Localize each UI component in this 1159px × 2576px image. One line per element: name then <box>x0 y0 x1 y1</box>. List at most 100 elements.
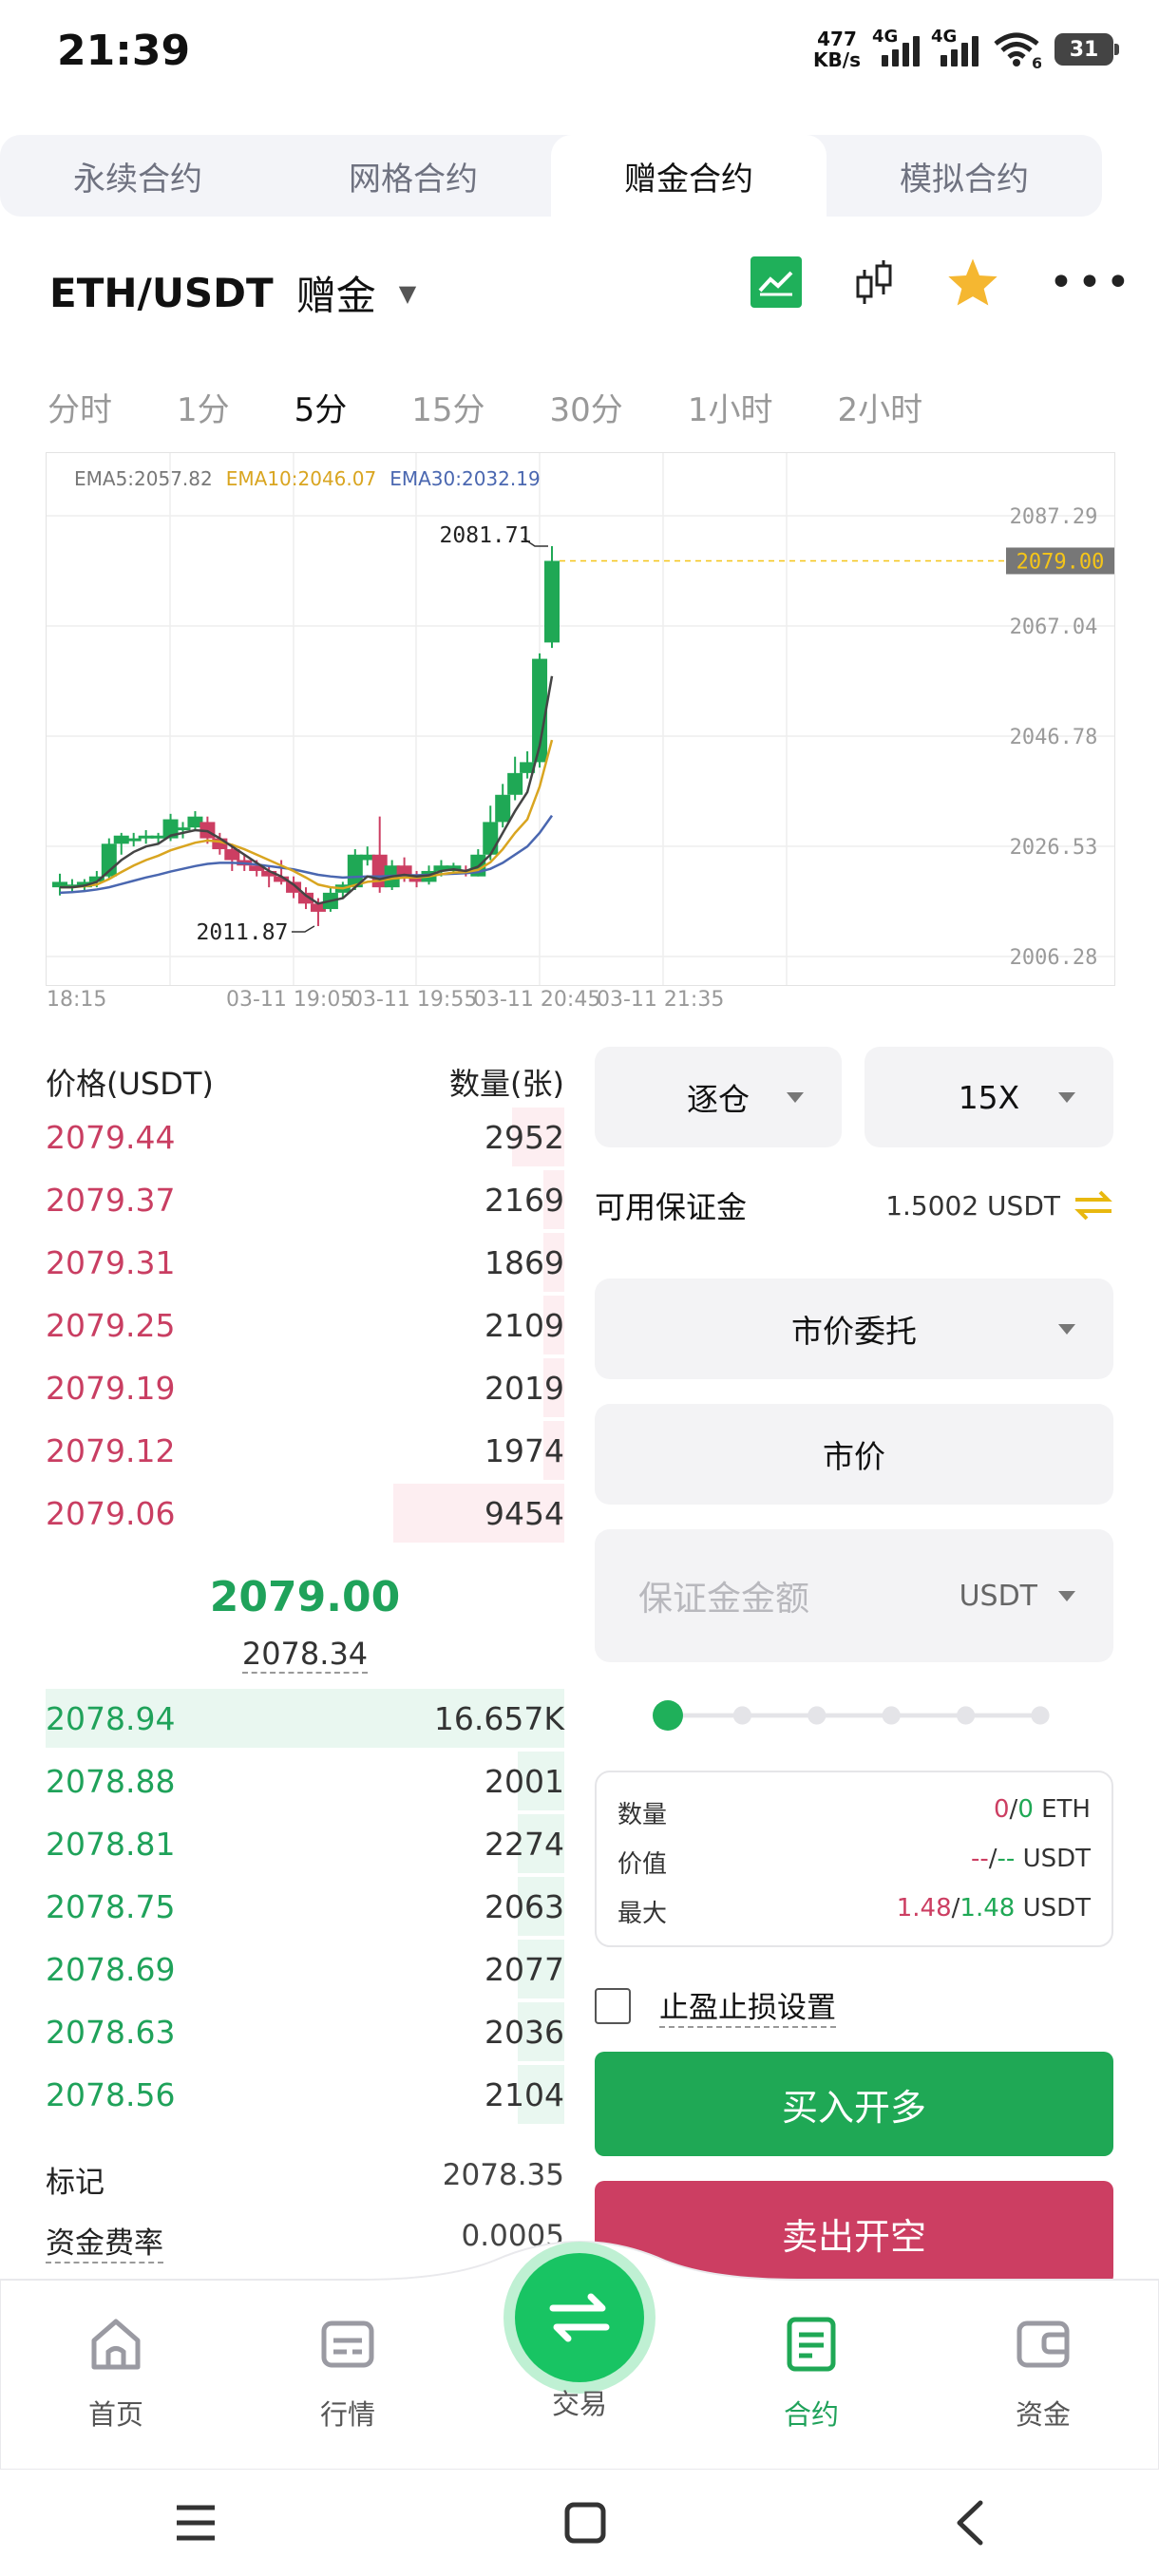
max-unit: USDT <box>1022 1894 1091 1923</box>
candle-body <box>495 794 511 823</box>
tf-5m[interactable]: 5分 <box>294 384 348 430</box>
tpsl-setting[interactable]: 止盈止损设置 <box>595 1983 836 2028</box>
net-speed-value: 477 <box>817 28 857 50</box>
ask-row[interactable]: 2079.19 2019 <box>46 1358 564 1417</box>
leverage-select[interactable]: 15X <box>864 1047 1113 1147</box>
net-speed-unit: KB/s <box>813 48 861 71</box>
tab-demo[interactable]: 模拟合约 <box>826 135 1102 217</box>
ask-price: 2079.44 <box>46 1118 176 1156</box>
tpsl-label[interactable]: 止盈止损设置 <box>659 1983 836 2028</box>
bid-row[interactable]: 2078.94 16.657K <box>46 1689 564 1748</box>
value-a: -- <box>971 1845 989 1873</box>
trade-button[interactable] <box>515 2253 644 2382</box>
bid-price: 2078.75 <box>46 1887 176 1925</box>
x-tick-label: 18:15 <box>47 988 106 1012</box>
tf-time[interactable]: 分时 <box>48 384 112 430</box>
margin-mode-select[interactable]: 逐仓 <box>595 1047 842 1147</box>
nav-market[interactable]: 行情 <box>281 2314 414 2433</box>
bid-qty: 2274 <box>484 1825 564 1863</box>
low-marker <box>291 925 315 933</box>
nav-home[interactable]: 首页 <box>49 2314 182 2433</box>
ema5-label: EMA5:2057.82 <box>74 467 213 490</box>
ask-row[interactable]: 2079.12 1974 <box>46 1421 564 1480</box>
candle-body <box>544 560 560 643</box>
signal-icon-2: 4G <box>931 27 978 66</box>
bid-price: 2078.88 <box>46 1762 176 1800</box>
tf-1h[interactable]: 1小时 <box>688 384 773 430</box>
price-field[interactable]: 市价 <box>595 1404 1113 1505</box>
tf-15m[interactable]: 15分 <box>411 384 484 430</box>
ask-price: 2079.37 <box>46 1181 176 1219</box>
bid-row[interactable]: 2078.63 2036 <box>46 2002 564 2061</box>
max-b: 1.48 <box>960 1894 1016 1923</box>
candlestick-icon[interactable] <box>851 256 897 308</box>
order-type-select[interactable]: 市价委托 <box>595 1279 1113 1379</box>
bid-row[interactable]: 2078.75 2063 <box>46 1877 564 1936</box>
bid-row[interactable]: 2078.69 2077 <box>46 1940 564 1998</box>
ask-row[interactable]: 2079.37 2169 <box>46 1170 564 1229</box>
tab-grid[interactable]: 网格合约 <box>276 135 551 217</box>
tf-2h[interactable]: 2小时 <box>837 384 922 430</box>
nav-contract-label: 合约 <box>783 2398 839 2431</box>
x-tick-label: 03-11 19:55 <box>350 988 477 1012</box>
candle-body <box>507 772 523 795</box>
network-speed: 477 KB/s <box>813 28 861 70</box>
bid-qty: 2036 <box>484 2013 564 2051</box>
nav-trade-label[interactable]: 交易 <box>513 2382 646 2422</box>
ask-row[interactable]: 2079.31 1869 <box>46 1233 564 1292</box>
nav-wallet[interactable]: 资金 <box>977 2314 1110 2433</box>
more-icon[interactable]: ••• <box>1049 258 1134 307</box>
home-square-icon[interactable] <box>563 2501 607 2545</box>
mark-price-value: 2078.34 <box>241 1636 369 1674</box>
star-icon[interactable] <box>946 256 999 308</box>
bid-qty: 16.657K <box>433 1699 564 1737</box>
y-tick-label: 2046.78 <box>1010 726 1098 749</box>
tab-bonus[interactable]: 赠金合约 <box>551 135 826 217</box>
symbol-selector[interactable]: ETH/USDT 赠金 ▼ <box>49 264 416 322</box>
menu-icon[interactable] <box>173 2502 218 2544</box>
bid-row[interactable]: 2078.81 2274 <box>46 1814 564 1873</box>
bid-qty: 2063 <box>484 1887 564 1925</box>
line-chart-icon[interactable] <box>750 256 802 308</box>
tpsl-checkbox[interactable] <box>595 1987 631 2024</box>
symbol-toolbar: ••• <box>750 256 1134 308</box>
tf-30m[interactable]: 30分 <box>550 384 623 430</box>
ask-row[interactable]: 2079.44 2952 <box>46 1108 564 1166</box>
bid-qty: 2104 <box>484 2075 564 2113</box>
transfer-icon[interactable] <box>1074 1189 1113 1222</box>
tab-perpetual[interactable]: 永续合约 <box>0 135 276 217</box>
kline-chart[interactable]: 2087.29 2067.04 2046.78 2026.53 2006.28 2079.… <box>46 452 1115 1012</box>
bid-price: 2078.81 <box>46 1825 176 1863</box>
back-icon[interactable] <box>952 2499 986 2547</box>
ask-qty: 2109 <box>484 1306 564 1344</box>
nav-contract[interactable]: 合约 <box>745 2314 878 2433</box>
status-time: 21:39 <box>57 27 191 75</box>
margin-mode-value: 逐仓 <box>687 1081 750 1118</box>
wifi-icon: 6 <box>994 32 1041 68</box>
slider-knob[interactable] <box>653 1700 683 1731</box>
bid-price: 2078.56 <box>46 2075 176 2113</box>
qty-label: 数量 <box>618 1801 668 1829</box>
signal-icon: 4G <box>872 27 920 66</box>
ask-price: 2079.25 <box>46 1306 176 1344</box>
percent-slider[interactable] <box>602 1700 1106 1731</box>
summary-value: 价值 --/-- USDT <box>618 1845 1091 1879</box>
candle-body <box>175 827 191 831</box>
home-icon <box>91 2319 141 2370</box>
ask-row[interactable]: 2079.06 9454 <box>46 1484 564 1543</box>
ask-row[interactable]: 2079.25 2109 <box>46 1296 564 1354</box>
caret-down-icon <box>1058 1591 1075 1601</box>
margin-amount-input[interactable]: 保证金金额 USDT <box>595 1529 1113 1662</box>
y-tick-label: 2087.29 <box>1010 505 1098 529</box>
bid-row[interactable]: 2078.56 2104 <box>46 2065 564 2124</box>
contract-tabs: 永续合约 网格合约 赠金合约 模拟合约 <box>0 135 1102 217</box>
bid-row[interactable]: 2078.88 2001 <box>46 1752 564 1810</box>
ask-price: 2079.19 <box>46 1369 176 1407</box>
value-b: -- <box>997 1845 1016 1873</box>
amount-unit[interactable]: USDT <box>960 1580 1037 1613</box>
ema10-label: EMA10:2046.07 <box>225 467 377 490</box>
tf-1m[interactable]: 1分 <box>177 384 230 430</box>
ask-qty: 1974 <box>484 1431 564 1469</box>
buy-long-button[interactable]: 买入开多 <box>595 2052 1113 2156</box>
last-price: 2079.00 <box>209 1573 401 1621</box>
